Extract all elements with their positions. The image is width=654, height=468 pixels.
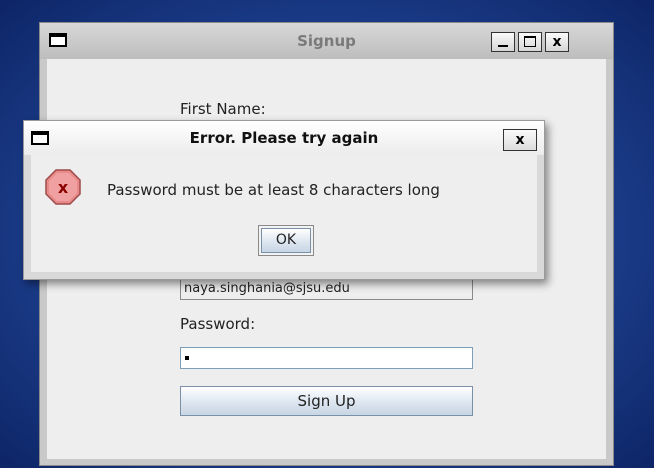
error-dialog: Error. Please try again x x Password mus… (23, 120, 545, 280)
ok-button[interactable]: OK (258, 225, 314, 256)
error-message: Password must be at least 8 characters l… (107, 181, 440, 199)
dialog-title: Error. Please try again (189, 129, 379, 147)
sign-up-button[interactable]: Sign Up (180, 386, 473, 416)
signup-titlebar[interactable]: Signup x (40, 23, 613, 59)
close-icon: x (515, 132, 525, 148)
ok-button-label: OK (261, 228, 311, 253)
first-name-label: First Name: (180, 100, 266, 118)
desktop: Signup x First Name: naya.singhania@sjsu… (0, 0, 654, 468)
close-button[interactable]: x (545, 32, 569, 52)
password-field[interactable] (180, 347, 473, 369)
password-label: Password: (180, 315, 256, 333)
dialog-close-button[interactable]: x (503, 129, 537, 151)
email-field[interactable]: naya.singhania@sjsu.edu (180, 278, 473, 300)
password-mask-dot (185, 355, 189, 360)
error-icon: x (45, 169, 81, 205)
minimize-button[interactable] (491, 32, 515, 52)
dialog-body: x Password must be at least 8 characters… (31, 155, 537, 272)
error-icon-glyph: x (58, 178, 69, 197)
dialog-titlebar[interactable]: Error. Please try again x (24, 121, 544, 155)
maximize-button[interactable] (518, 32, 542, 52)
close-icon: x (552, 34, 562, 50)
